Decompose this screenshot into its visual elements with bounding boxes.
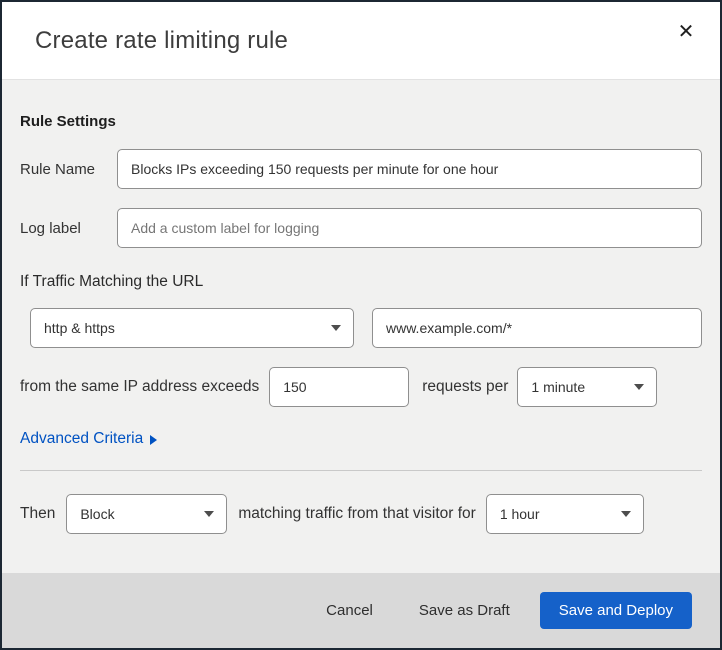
url-pattern-input[interactable] bbox=[372, 308, 702, 348]
threshold-middle-text: requests per bbox=[422, 378, 509, 395]
duration-select-value: 1 hour bbox=[499, 506, 540, 522]
traffic-match-heading: If Traffic Matching the URL bbox=[20, 273, 204, 290]
create-rate-limiting-rule-dialog: Create rate limiting rule ✕ Rule Setting… bbox=[0, 0, 722, 650]
request-count-input[interactable] bbox=[269, 367, 410, 407]
period-select[interactable]: 1 minute bbox=[517, 367, 658, 407]
save-as-draft-button[interactable]: Save as Draft bbox=[403, 593, 526, 628]
action-select[interactable]: Block bbox=[66, 494, 228, 534]
action-middle-text: matching traffic from that visitor for bbox=[238, 505, 476, 522]
dialog-footer: Cancel Save as Draft Save and Deploy bbox=[2, 573, 720, 648]
duration-select[interactable]: 1 hour bbox=[485, 494, 644, 534]
log-label-label: Log label bbox=[20, 219, 81, 237]
save-and-deploy-button[interactable]: Save and Deploy bbox=[539, 592, 692, 629]
action-select-value: Block bbox=[80, 506, 115, 522]
period-select-value: 1 minute bbox=[531, 379, 586, 395]
chevron-down-icon bbox=[204, 511, 215, 517]
threshold-row: from the same IP address exceeds request… bbox=[20, 367, 702, 407]
dialog-header: Create rate limiting rule ✕ bbox=[2, 2, 720, 80]
rule-name-input[interactable] bbox=[117, 149, 702, 189]
chevron-down-icon bbox=[620, 511, 631, 517]
action-row: Then Block matching traffic from that vi… bbox=[20, 494, 702, 534]
url-match-row: http & https bbox=[30, 308, 702, 348]
advanced-criteria-label: Advanced Criteria bbox=[20, 430, 144, 447]
cancel-button[interactable]: Cancel bbox=[310, 593, 389, 628]
rule-settings-heading: Rule Settings bbox=[20, 113, 116, 130]
dialog-body: Rule Settings Rule Name Log label If Tra… bbox=[2, 80, 720, 573]
dialog-title: Create rate limiting rule bbox=[35, 26, 289, 54]
rule-name-label: Rule Name bbox=[20, 160, 96, 178]
chevron-down-icon bbox=[634, 384, 645, 390]
close-icon[interactable]: ✕ bbox=[670, 16, 702, 48]
scheme-select-value: http & https bbox=[44, 320, 115, 336]
arrow-right-icon bbox=[150, 435, 158, 445]
scheme-select[interactable]: http & https bbox=[30, 308, 354, 348]
rule-name-row: Rule Name bbox=[20, 149, 702, 189]
log-label-input[interactable] bbox=[117, 208, 702, 248]
threshold-prefix-text: from the same IP address exceeds bbox=[20, 378, 260, 395]
chevron-down-icon bbox=[331, 325, 341, 331]
log-label-row: Log label bbox=[20, 208, 702, 248]
then-label: Then bbox=[20, 505, 56, 522]
advanced-criteria-link[interactable]: Advanced Criteria bbox=[20, 430, 158, 448]
section-divider bbox=[20, 470, 702, 471]
